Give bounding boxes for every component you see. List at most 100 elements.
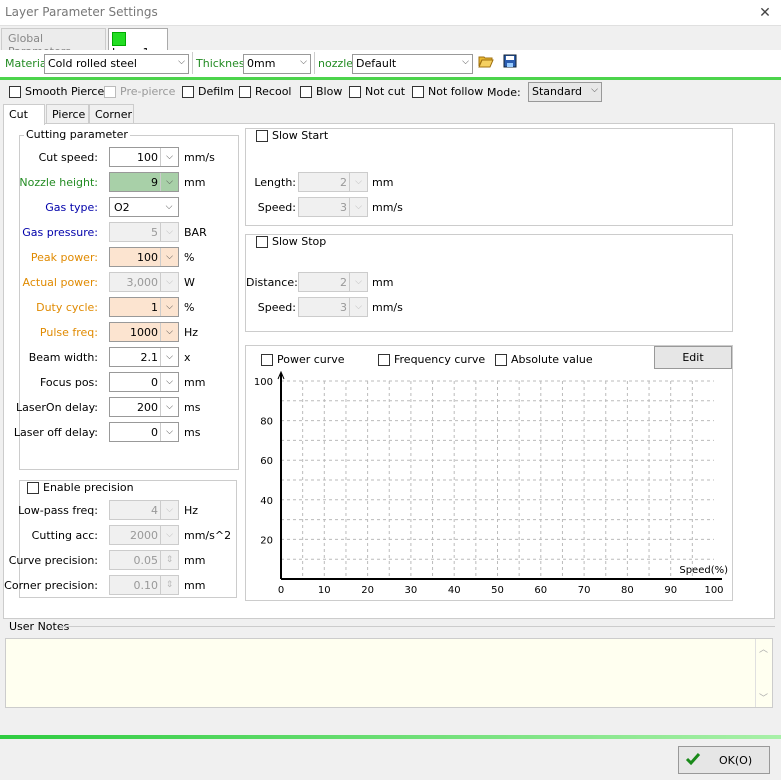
chevron-down-icon: ⌵ bbox=[349, 173, 367, 191]
cut-param-input[interactable]: 3,000 ⌵ bbox=[109, 272, 179, 292]
slow-stop-speed-label: Speed: bbox=[257, 301, 296, 314]
notes-scrollbar[interactable]: ︿ ﹀ bbox=[755, 639, 772, 707]
close-button[interactable]: ✕ bbox=[755, 3, 775, 23]
chevron-down-icon: ⌵ bbox=[160, 298, 178, 316]
slow-stop-speed-input[interactable]: 3 ⌵ bbox=[298, 297, 368, 317]
scroll-down-icon[interactable]: ﹀ bbox=[759, 691, 768, 704]
chevron-down-icon: ⌵ bbox=[160, 501, 178, 519]
not-follow-checkbox[interactable]: Not follow bbox=[412, 85, 483, 98]
precision-unit: mm/s^2 bbox=[184, 529, 232, 542]
window-title: Layer Parameter Settings bbox=[5, 5, 158, 19]
nozzle-select[interactable]: Default ⌵ bbox=[352, 54, 473, 74]
slow-stop-checkbox[interactable]: Slow Stop bbox=[256, 235, 329, 248]
absolute-value-checkbox[interactable]: Absolute value bbox=[495, 353, 593, 366]
slow-start-speed-unit: mm/s bbox=[372, 201, 403, 214]
enable-precision-checkbox[interactable]: Enable precision bbox=[25, 481, 136, 494]
material-select[interactable]: Cold rolled steel ⌵ bbox=[44, 54, 189, 74]
y-tick-label: 20 bbox=[260, 535, 273, 546]
precision-input[interactable]: 0.10 ⇕ bbox=[109, 575, 179, 595]
mode-select[interactable]: Standard ⌵ bbox=[528, 82, 602, 102]
material-label: Material bbox=[5, 57, 50, 70]
chevron-down-icon: ⌵ bbox=[160, 148, 178, 166]
power-curve-checkbox[interactable]: Power curve bbox=[261, 353, 345, 366]
precision-label: Curve precision: bbox=[8, 554, 98, 567]
edit-button[interactable]: Edit bbox=[654, 346, 732, 369]
tab-corner[interactable]: Corner bbox=[89, 104, 134, 124]
x-tick-label: 20 bbox=[361, 585, 374, 596]
tab-global-parameters[interactable]: Global Parameters bbox=[1, 28, 106, 58]
recool-checkbox[interactable]: Recool bbox=[239, 85, 291, 98]
smooth-pierce-checkbox[interactable]: Smooth Pierce bbox=[9, 85, 104, 98]
cut-param-unit: ms bbox=[184, 401, 201, 414]
material-toolbar: Material Cold rolled steel ⌵ Thickness 0m… bbox=[0, 50, 781, 80]
chevron-down-icon: ⌵ bbox=[165, 202, 173, 212]
cut-param-input[interactable]: O2 ⌵ bbox=[109, 197, 179, 217]
cut-param-unit: W bbox=[184, 276, 195, 289]
precision-label: Corner precision: bbox=[4, 579, 98, 592]
precision-input[interactable]: 2000 ⌵ bbox=[109, 525, 179, 545]
chevron-down-icon: ⌵ bbox=[349, 298, 367, 316]
cut-param-label: Duty cycle: bbox=[36, 301, 98, 314]
cut-param-input[interactable]: 0 ⌵ bbox=[109, 422, 179, 442]
folder-open-icon[interactable] bbox=[477, 54, 495, 72]
tab-pierce[interactable]: Pierce bbox=[46, 104, 89, 124]
cut-param-input[interactable]: 1 ⌵ bbox=[109, 297, 179, 317]
cut-param-label: Focus pos: bbox=[39, 376, 98, 389]
thickness-select[interactable]: 0mm ⌵ bbox=[243, 54, 311, 74]
distance-input[interactable]: 2 ⌵ bbox=[298, 272, 368, 292]
blow-checkbox[interactable]: Blow bbox=[300, 85, 342, 98]
defilm-checkbox[interactable]: Defilm bbox=[182, 85, 234, 98]
pre-pierce-checkbox[interactable]: Pre-pierce bbox=[104, 85, 175, 98]
title-bar: Layer Parameter Settings ✕ bbox=[0, 0, 781, 26]
length-input[interactable]: 2 ⌵ bbox=[298, 172, 368, 192]
close-icon: ✕ bbox=[759, 5, 771, 21]
cut-param-input[interactable]: 5 ⌵ bbox=[109, 222, 179, 242]
cut-param-unit: % bbox=[184, 251, 195, 264]
cut-param-unit: mm bbox=[184, 376, 206, 389]
slow-start-speed-input[interactable]: 3 ⌵ bbox=[298, 197, 368, 217]
y-tick-label: 100 bbox=[254, 377, 273, 388]
cut-param-input[interactable]: 100 ⌵ bbox=[109, 247, 179, 267]
slow-start-checkbox[interactable]: Slow Start bbox=[256, 129, 331, 142]
nozzle-label: nozzle: bbox=[318, 57, 357, 70]
ok-button[interactable]: OK(O) bbox=[678, 746, 770, 774]
layer-tabs: Global Parameters Layer1 bbox=[0, 26, 781, 59]
progress-accent-bar bbox=[0, 735, 781, 739]
save-icon[interactable] bbox=[501, 54, 519, 72]
cut-param-label: Cut speed: bbox=[38, 151, 98, 164]
distance-label: Distance: bbox=[246, 276, 298, 289]
user-notes-textarea[interactable] bbox=[5, 638, 773, 708]
divider bbox=[314, 52, 315, 74]
cut-param-label: Nozzle height: bbox=[19, 176, 98, 189]
not-cut-checkbox[interactable]: Not cut bbox=[349, 85, 405, 98]
cut-param-label: Peak power: bbox=[30, 251, 98, 264]
y-tick-label: 80 bbox=[260, 417, 273, 428]
length-label: Length: bbox=[254, 176, 296, 189]
precision-input[interactable]: 0.05 ⇕ bbox=[109, 550, 179, 570]
x-tick-label: 100 bbox=[704, 585, 723, 596]
precision-input[interactable]: 4 ⌵ bbox=[109, 500, 179, 520]
tab-layer1[interactable]: Layer1 bbox=[108, 28, 168, 59]
chevron-down-icon: ⌵ bbox=[160, 423, 178, 441]
x-tick-label: 30 bbox=[405, 585, 418, 596]
cut-param-label: Actual power: bbox=[22, 276, 98, 289]
cut-param-input[interactable]: 0 ⌵ bbox=[109, 372, 179, 392]
precision-unit: mm bbox=[184, 579, 206, 592]
cut-param-input[interactable]: 200 ⌵ bbox=[109, 397, 179, 417]
chevron-down-icon: ⌵ bbox=[160, 398, 178, 416]
chevron-down-icon: ⌵ bbox=[160, 526, 178, 544]
slow-stop-speed-unit: mm/s bbox=[372, 301, 403, 314]
length-unit: mm bbox=[372, 176, 394, 189]
tab-cut[interactable]: Cut bbox=[3, 104, 45, 125]
cut-param-input[interactable]: 9 ⌵ bbox=[109, 172, 179, 192]
cut-param-input[interactable]: 2.1 ⌵ bbox=[109, 347, 179, 367]
options-row: Smooth Pierce Pre-pierce Defilm Recool B… bbox=[3, 82, 775, 102]
cut-param-input[interactable]: 100 ⌵ bbox=[109, 147, 179, 167]
cut-param-label: Gas pressure: bbox=[22, 226, 98, 239]
y-tick-label: 40 bbox=[260, 496, 273, 507]
x-tick-label: 10 bbox=[318, 585, 331, 596]
scroll-up-icon[interactable]: ︿ bbox=[759, 642, 768, 655]
frequency-curve-checkbox[interactable]: Frequency curve bbox=[378, 353, 485, 366]
cut-param-unit: mm/s bbox=[184, 151, 215, 164]
cut-param-input[interactable]: 1000 ⌵ bbox=[109, 322, 179, 342]
